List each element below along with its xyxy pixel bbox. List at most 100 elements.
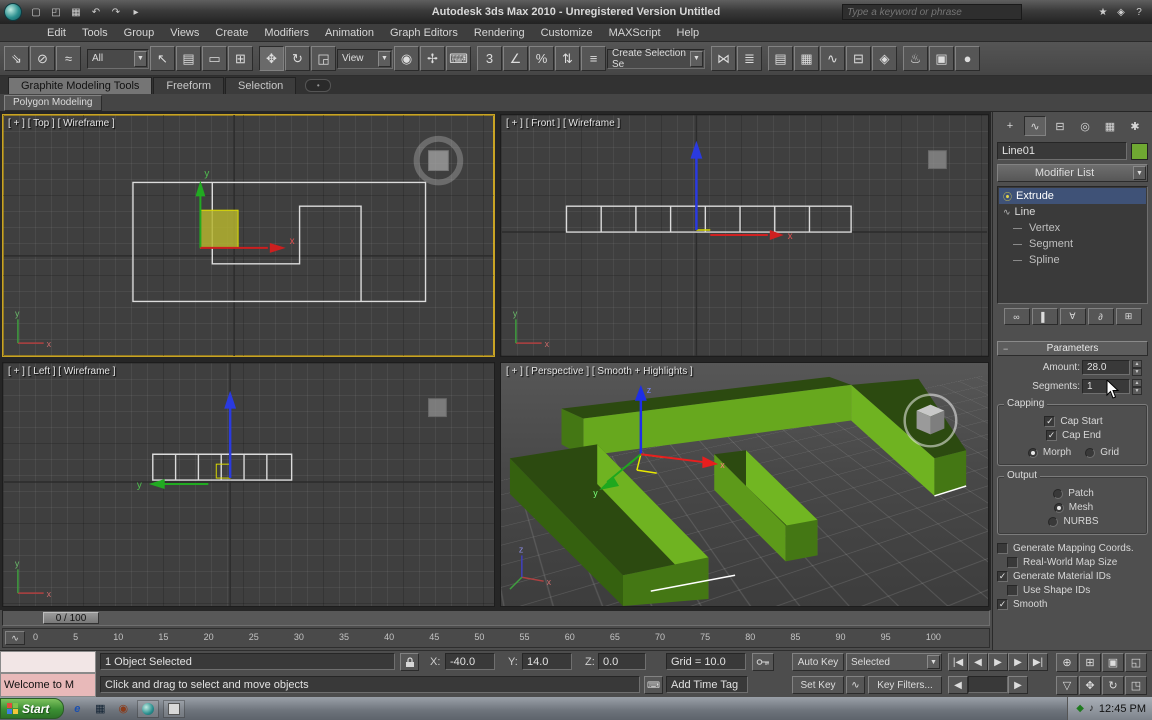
menu-item-customize[interactable]: Customize (534, 26, 600, 40)
pin-stack-button[interactable]: ∞ (1003, 308, 1030, 325)
infocenter-search-input[interactable] (842, 4, 1022, 20)
configure-modifier-sets-button[interactable]: ⊞ (1115, 308, 1142, 325)
nurbs-radio[interactable] (1048, 516, 1059, 527)
tab-utilities[interactable]: ✱ (1124, 116, 1146, 136)
show-desktop-icon[interactable]: ▦ (90, 700, 110, 718)
select-and-move-button[interactable]: ✥ (259, 46, 284, 71)
tab-motion[interactable]: ◎ (1074, 116, 1096, 136)
curve-editor-button[interactable]: ∿ (820, 46, 845, 71)
extruded-wireframe[interactable] (152, 453, 293, 481)
selection-region-button[interactable]: ▭ (202, 46, 227, 71)
spline-wireframe[interactable] (132, 181, 427, 303)
help-button[interactable]: ? (1130, 4, 1148, 20)
time-slider-handle[interactable]: 0 / 100 (43, 612, 99, 624)
angle-snap-button[interactable]: ∠ (503, 46, 528, 71)
window-crossing-button[interactable]: ⊞ (228, 46, 253, 71)
layer-manager-button[interactable]: ▤ (768, 46, 793, 71)
gizmo-plane-handle[interactable] (695, 218, 711, 231)
use-pivot-center-button[interactable]: ◉ (394, 46, 419, 71)
auto-key-button[interactable]: Auto Key (792, 653, 844, 671)
open-file-button[interactable]: ◰ (47, 4, 65, 20)
time-slider[interactable]: 0 / 100 (2, 610, 990, 626)
new-key-curve-button[interactable]: ∿ (846, 676, 865, 694)
menu-item-animation[interactable]: Animation (318, 26, 381, 40)
viewport-top[interactable]: x y x y [ + ] [ Top ] [ Wireframe ] (2, 114, 495, 357)
viewcube[interactable] (413, 135, 464, 186)
3ds-max-taskbar-app[interactable] (137, 699, 160, 718)
key-mode-dropdown[interactable]: Selected ▼ (846, 653, 942, 671)
viewcube[interactable] (927, 150, 947, 170)
zoom-extents-button[interactable]: ▣ (1102, 653, 1124, 672)
spinner-down-icon[interactable]: ▼ (1132, 368, 1142, 376)
generate-material-ids-checkbox[interactable]: ✓ (997, 571, 1008, 582)
object-color-swatch[interactable] (1131, 142, 1148, 160)
tab-hierarchy[interactable]: ⊟ (1049, 116, 1071, 136)
menu-item-graph-editors[interactable]: Graph Editors (383, 26, 465, 40)
tab-display[interactable]: ▦ (1099, 116, 1121, 136)
spinner-up-icon[interactable]: ▲ (1132, 379, 1142, 387)
go-to-start-button[interactable]: |◀ (948, 653, 968, 671)
orbit-button[interactable]: ↻ (1102, 676, 1124, 695)
real-world-map-size-checkbox[interactable] (1007, 557, 1018, 568)
menu-item-edit[interactable]: Edit (40, 26, 73, 40)
field-of-view-button[interactable]: ▽ (1056, 676, 1078, 695)
redo-button[interactable]: ↷ (107, 4, 125, 20)
maximize-viewport-button[interactable]: ◳ (1125, 676, 1147, 695)
selection-lock-toggle[interactable] (400, 653, 419, 671)
stack-item-spline[interactable]: Spline (999, 252, 1146, 268)
viewport-perspective[interactable]: z x y x z [ + ] [ Perspective] [Smooth… (500, 362, 989, 607)
reference-coordinate-dropdown[interactable]: View ▼ (337, 48, 393, 69)
amount-spinner[interactable]: ▲ ▼ (1132, 360, 1142, 376)
volume-tray-icon[interactable]: ♪ (1089, 703, 1094, 714)
render-setup-button[interactable]: ♨ (903, 46, 928, 71)
viewport-front-label[interactable]: [ + ] [ Front ] [ Wireframe ] (506, 118, 620, 129)
unlink-selection-button[interactable]: ⊘ (30, 46, 55, 71)
new-scene-button[interactable]: ▢ (27, 4, 45, 20)
tab-graphite-modeling-tools[interactable]: Graphite Modeling Tools (8, 77, 153, 94)
grid-radio[interactable] (1085, 447, 1096, 458)
stack-item-vertex[interactable]: Vertex (999, 220, 1146, 236)
mirror-button[interactable]: ⋈ (711, 46, 736, 71)
project-folder-button[interactable]: ▸ (127, 4, 145, 20)
select-and-rotate-button[interactable]: ↻ (285, 46, 310, 71)
align-button[interactable]: ≣ (737, 46, 762, 71)
set-key-button[interactable]: Set Key (792, 676, 844, 694)
select-object-button[interactable]: ↖ (150, 46, 175, 71)
stack-item-extrude[interactable]: ⦿ Extrude (999, 188, 1146, 204)
key-filters-button[interactable]: Key Filters... (868, 676, 942, 694)
percent-snap-button[interactable]: % (529, 46, 554, 71)
snaps-toggle-button[interactable]: 3 (477, 46, 502, 71)
viewcube[interactable] (428, 398, 447, 418)
cap-start-checkbox[interactable]: ✓ (1044, 416, 1056, 427)
menu-item-help[interactable]: Help (670, 26, 707, 40)
select-and-link-button[interactable]: ⇘ (4, 46, 29, 71)
edit-named-selection-sets-button[interactable]: ≡ (581, 46, 606, 71)
viewport-front[interactable]: x x y [ + ] [ Front ] [ Wireframe ] (500, 114, 989, 357)
modifier-list-dropdown[interactable]: Modifier List ▼ (997, 164, 1148, 182)
move-gizmo[interactable]: x y (195, 168, 295, 253)
menu-item-views[interactable]: Views (163, 26, 206, 40)
morph-radio[interactable] (1027, 447, 1038, 458)
viewport-left[interactable]: y x y [ + ] [ Left ] [ Wireframe ] (2, 362, 495, 607)
spinner-down-icon[interactable]: ▼ (1132, 387, 1142, 395)
spinner-up-icon[interactable]: ▲ (1132, 360, 1142, 368)
undo-button[interactable]: ↶ (87, 4, 105, 20)
stack-item-line[interactable]: ∿ Line (999, 204, 1146, 220)
segments-field[interactable]: 1 (1082, 379, 1130, 394)
schematic-view-button[interactable]: ⊟ (846, 46, 871, 71)
tab-modify[interactable]: ∿ (1024, 116, 1046, 136)
menu-item-rendering[interactable]: Rendering (467, 26, 532, 40)
media-player-icon[interactable]: ◉ (113, 700, 133, 718)
stack-item-segment[interactable]: Segment (999, 236, 1146, 252)
selection-filter-dropdown[interactable]: All ▼ (87, 48, 149, 69)
gizmo-xy-plane[interactable] (199, 209, 239, 249)
y-coordinate-field[interactable]: 14.0 (522, 653, 572, 670)
polygon-modeling-panel-button[interactable]: Polygon Modeling (4, 94, 102, 111)
tab-selection[interactable]: Selection (225, 77, 297, 94)
extruded-wireframe[interactable] (565, 205, 852, 233)
parameters-rollout-header[interactable]: − Parameters (997, 341, 1148, 356)
menu-item-tools[interactable]: Tools (75, 26, 115, 40)
show-end-result-button[interactable]: ▌ (1031, 308, 1058, 325)
previous-key-button[interactable]: ◀ (948, 676, 968, 694)
zoom-extents-all-button[interactable]: ◱ (1125, 653, 1147, 672)
